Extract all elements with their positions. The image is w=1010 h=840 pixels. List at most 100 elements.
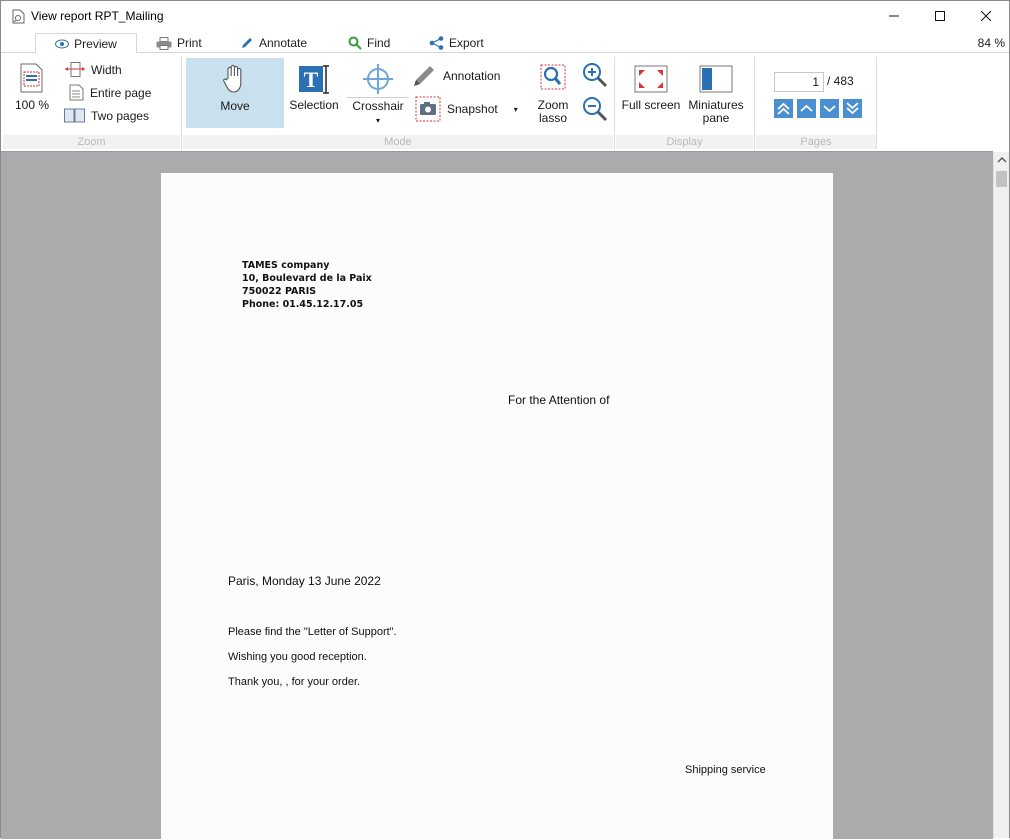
move-mode-content: Move	[186, 64, 284, 113]
group-divider	[876, 57, 877, 149]
double-chevron-up-icon	[777, 102, 790, 115]
move-mode-label: Move	[220, 99, 250, 113]
snapshot-mode-label: Snapshot	[447, 102, 498, 116]
close-icon	[981, 11, 991, 21]
tab-find[interactable]: Find	[342, 33, 396, 53]
zoom-100-button[interactable]: 100 %	[11, 63, 53, 112]
chevron-down-icon	[823, 105, 836, 113]
maximize-icon	[935, 11, 945, 21]
tab-annotate[interactable]: Annotate	[234, 33, 313, 53]
company-street: 10, Boulevard de la Paix	[242, 273, 372, 284]
company-city: 750022 PARIS	[242, 286, 317, 297]
share-icon	[429, 36, 444, 50]
two-pages-icon	[64, 108, 85, 123]
vertical-scrollbar[interactable]	[993, 152, 1009, 838]
group-divider	[181, 57, 182, 149]
letter-signature: Shipping service	[685, 764, 766, 776]
zoom-lasso-button[interactable]: Zoom lasso	[528, 63, 578, 125]
last-page-button[interactable]	[843, 99, 862, 118]
mode-group-label: Mode	[183, 135, 613, 149]
ribbon-toolbar: 100 % Width Entire page Two pages Zoom M…	[1, 53, 1009, 149]
eye-icon	[55, 39, 70, 48]
group-divider	[614, 57, 615, 149]
company-name: TAMES company	[242, 260, 330, 271]
crosshair-mode-label: Crosshair	[352, 99, 404, 113]
tab-export[interactable]: Export	[423, 33, 490, 53]
pages-group-label: Pages	[756, 135, 876, 149]
scrollbar-thumb[interactable]	[996, 171, 1007, 187]
camera-snapshot-icon	[415, 96, 441, 122]
fit-width-icon	[65, 62, 85, 77]
tab-preview[interactable]: Preview	[35, 33, 137, 54]
group-divider	[754, 57, 755, 149]
chevron-up-icon	[800, 104, 813, 112]
page-total-label: / 483	[827, 74, 854, 88]
company-address-block: TAMES company 10, Boulevard de la Paix 7…	[242, 259, 372, 311]
selection-mode-label: Selection	[289, 98, 339, 112]
snapshot-mode-button[interactable]: Snapshot ▾	[415, 96, 518, 122]
selection-mode-button[interactable]: T Selection	[286, 64, 342, 112]
window-title: View report RPT_Mailing	[31, 9, 164, 23]
tab-preview-label: Preview	[74, 36, 117, 51]
letter-body-line: Thank you, , for your order.	[228, 676, 361, 688]
tab-print[interactable]: Print	[150, 33, 208, 53]
crosshair-dropdown-arrow-icon[interactable]: ▾	[376, 114, 380, 127]
svg-text:T: T	[304, 67, 319, 92]
hand-icon	[223, 64, 242, 93]
report-file-icon	[12, 9, 25, 24]
scroll-up-arrow-icon[interactable]	[997, 156, 1007, 164]
page-zoom-icon	[20, 63, 43, 93]
zoom-width-label: Width	[91, 62, 122, 77]
full-screen-label: Full screen	[621, 98, 681, 112]
zoom-width-button[interactable]: Width	[65, 62, 122, 77]
zoom-100-label: 100 %	[14, 98, 50, 112]
page-number-input[interactable]: 1	[774, 72, 824, 92]
minimize-button[interactable]	[871, 1, 917, 31]
full-screen-button[interactable]: Full screen	[619, 65, 683, 112]
snapshot-dropdown-arrow-icon[interactable]: ▾	[514, 105, 518, 114]
double-chevron-down-icon	[846, 102, 859, 115]
letter-date: Paris, Monday 13 June 2022	[228, 574, 381, 588]
zoom-out-button[interactable]	[581, 96, 609, 122]
crosshair-mode-button[interactable]: Crosshair ▾	[347, 63, 409, 127]
tab-find-label: Find	[367, 36, 391, 50]
letter-body-line: Please find the "Letter of Support".	[228, 626, 397, 638]
title-bar: View report RPT_Mailing	[1, 1, 1009, 31]
maximize-button[interactable]	[917, 1, 963, 31]
crosshair-icon	[363, 64, 393, 94]
tab-print-label: Print	[177, 36, 202, 50]
miniatures-pane-label-2: pane	[702, 111, 730, 125]
pencil-icon	[242, 38, 252, 48]
zoom-group-label: Zoom	[3, 135, 180, 149]
zoom-lasso-icon	[540, 64, 566, 90]
zoom-entire-page-button[interactable]: Entire page	[69, 84, 151, 101]
text-selection-icon: T	[299, 65, 329, 94]
zoom-level-readout: 84 %	[977, 36, 1005, 50]
first-page-button[interactable]	[774, 99, 793, 118]
pen-annotation-icon	[414, 66, 434, 86]
miniatures-pane-button[interactable]: Miniatures pane	[685, 65, 747, 125]
display-group-label: Display	[616, 135, 753, 149]
attention-line: For the Attention of	[508, 393, 610, 407]
next-page-button[interactable]	[820, 99, 839, 118]
annotation-mode-button[interactable]: Annotation	[411, 63, 500, 89]
previous-page-button[interactable]	[797, 99, 816, 118]
printer-icon	[156, 36, 172, 50]
move-mode-button[interactable]: Move	[186, 58, 284, 128]
zoom-two-pages-button[interactable]: Two pages	[64, 108, 149, 123]
tab-annotate-label: Annotate	[259, 36, 308, 50]
zoom-lasso-label-2: lasso	[538, 111, 567, 125]
minimize-icon	[889, 15, 899, 17]
annotation-mode-label: Annotation	[443, 69, 501, 83]
zoom-two-pages-label: Two pages	[91, 108, 150, 123]
preview-viewport[interactable]: TAMES company 10, Boulevard de la Paix 7…	[1, 151, 993, 840]
zoom-in-icon	[583, 63, 608, 88]
report-page: TAMES company 10, Boulevard de la Paix 7…	[161, 173, 833, 840]
company-phone: Phone: 01.45.12.17.05	[242, 299, 364, 310]
full-screen-icon	[634, 65, 668, 93]
close-button[interactable]	[963, 1, 1009, 31]
zoom-in-button[interactable]	[581, 62, 609, 88]
ribbon-tabs: Preview Print Annotate Find Export 84 %	[1, 31, 1009, 54]
miniatures-pane-icon	[699, 65, 733, 93]
tab-export-label: Export	[449, 36, 484, 50]
